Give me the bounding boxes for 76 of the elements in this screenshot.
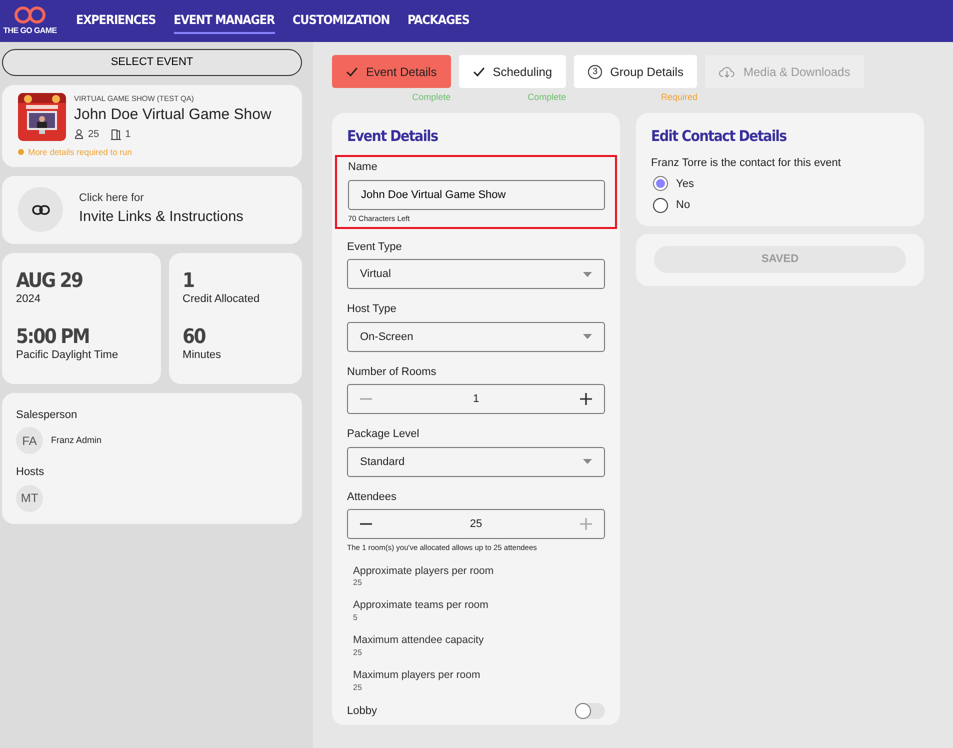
room-count: 1 bbox=[125, 128, 131, 142]
check-icon bbox=[346, 66, 358, 76]
radio-option[interactable]: Yes bbox=[651, 176, 909, 192]
stat-value: 25 bbox=[353, 579, 363, 588]
step-status: Complete bbox=[411, 91, 451, 104]
section-heading: Hosts bbox=[16, 465, 46, 480]
dropdown[interactable]: Standard bbox=[347, 446, 605, 477]
contact-question: Franz Torre is the contact for this event bbox=[651, 156, 842, 171]
logo-icon bbox=[14, 5, 46, 25]
caret-icon bbox=[583, 459, 592, 464]
stat-value: 25 bbox=[353, 684, 363, 692]
person-icon bbox=[74, 129, 84, 140]
check-icon bbox=[472, 66, 485, 76]
stat-label: Minutes bbox=[182, 348, 222, 363]
stat-value: 1 bbox=[182, 268, 195, 290]
caret-icon bbox=[583, 334, 592, 340]
step-number: 3 bbox=[588, 64, 602, 78]
step-tab[interactable]: Scheduling bbox=[458, 55, 566, 88]
radio-button[interactable] bbox=[653, 198, 668, 213]
warning-text: More details required to run bbox=[28, 146, 132, 158]
stat-value: 5:00 PM bbox=[16, 325, 90, 347]
stat-label: Credit Allocated bbox=[182, 292, 261, 306]
door-icon bbox=[111, 128, 122, 140]
stat-value: AUG 29 bbox=[16, 268, 84, 290]
nav-link[interactable]: EVENT MANAGER bbox=[174, 8, 275, 34]
stepper-value: 1 bbox=[472, 392, 480, 407]
stat-value: 5 bbox=[353, 614, 358, 622]
step-tab[interactable]: Event Details bbox=[332, 55, 451, 88]
radio-option[interactable]: No bbox=[651, 197, 909, 214]
nav-link[interactable]: CUSTOMIZATION bbox=[292, 8, 390, 34]
radio-button[interactable] bbox=[653, 176, 668, 192]
select-event-button[interactable]: SELECT EVENT bbox=[2, 49, 302, 76]
logo-text: THE GO GAME bbox=[3, 25, 57, 37]
stat-label: Maximum attendee capacity bbox=[353, 633, 485, 648]
panel-heading: Edit Contact Details bbox=[651, 126, 788, 146]
link-icon bbox=[32, 204, 50, 214]
step-status: Complete bbox=[526, 91, 566, 104]
stepper-value: 25 bbox=[470, 517, 482, 532]
section-heading: Salesperson bbox=[16, 408, 78, 422]
plus-icon bbox=[580, 518, 592, 530]
stat-value: 60 bbox=[182, 325, 206, 347]
stat-label: Approximate teams per room bbox=[353, 598, 490, 614]
invite-caption: Click here for bbox=[79, 191, 145, 206]
cloud-download-icon bbox=[719, 66, 736, 78]
person-name: Franz Admin bbox=[51, 434, 102, 447]
plus-button[interactable] bbox=[580, 393, 592, 406]
warning-dot bbox=[18, 149, 24, 156]
name-input[interactable]: John Doe Virtual Game Show bbox=[348, 180, 605, 210]
stat-label: Pacific Daylight Time bbox=[16, 348, 120, 363]
lobby-toggle[interactable] bbox=[575, 702, 605, 719]
field-label: Attendees bbox=[347, 490, 398, 505]
stat-label: Maximum players per room bbox=[353, 668, 482, 683]
field-label: Event Type bbox=[347, 240, 403, 255]
avatar: FA bbox=[16, 427, 43, 454]
stat-label: Approximate players per room bbox=[353, 564, 495, 578]
invite-links-card[interactable]: Click here for Invite Links & Instructions bbox=[2, 176, 302, 244]
avatar: MT bbox=[16, 484, 43, 512]
caret-icon bbox=[583, 272, 592, 277]
toggle-label: Lobby bbox=[347, 704, 377, 718]
plus-icon bbox=[580, 393, 592, 406]
nav-link[interactable]: EXPERIENCES bbox=[76, 8, 156, 34]
field-label: Name bbox=[348, 160, 378, 175]
step-tab[interactable]: 3 Group Details bbox=[574, 55, 698, 88]
dropdown[interactable]: Virtual bbox=[347, 259, 605, 290]
event-title: John Doe Virtual Game Show bbox=[74, 105, 272, 126]
attendee-count: 25 bbox=[88, 128, 100, 142]
nav-link[interactable]: PACKAGES bbox=[408, 8, 470, 34]
field-label: Package Level bbox=[347, 427, 420, 442]
invite-title: Invite Links & Instructions bbox=[79, 208, 244, 227]
stat-label: 2024 bbox=[16, 292, 42, 306]
field-label: Number of Rooms bbox=[347, 364, 438, 380]
panel-heading: Event Details bbox=[347, 126, 439, 146]
step-status: Required bbox=[660, 91, 698, 104]
field-label: Host Type bbox=[347, 302, 398, 318]
stat-value: 25 bbox=[353, 648, 363, 657]
dropdown[interactable]: On-Screen bbox=[347, 322, 605, 352]
